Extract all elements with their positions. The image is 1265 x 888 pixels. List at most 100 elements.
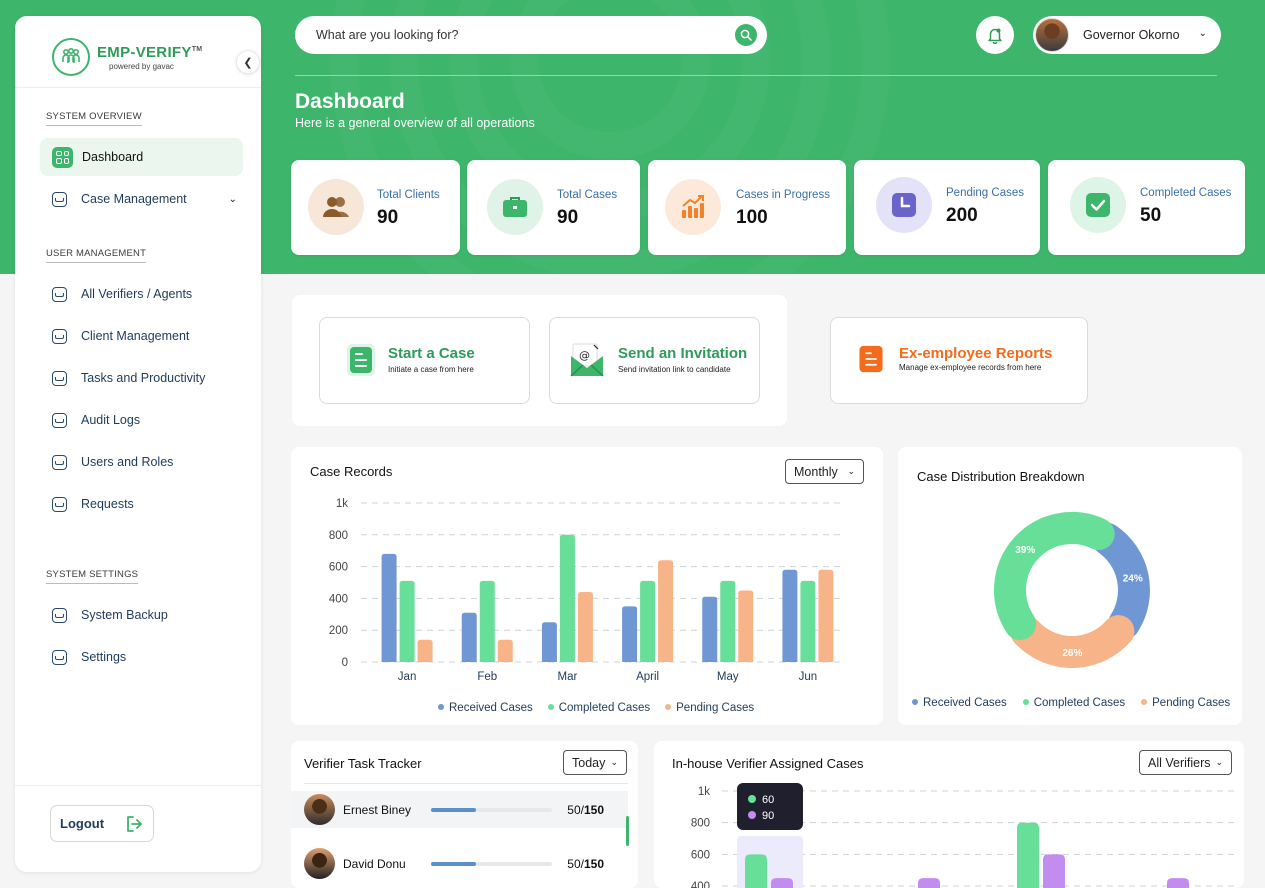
bar xyxy=(1017,822,1039,888)
slice-label: 39% xyxy=(1015,545,1035,556)
bar xyxy=(738,590,754,662)
stat-value: 90 xyxy=(557,207,579,228)
inbox-icon xyxy=(52,412,67,428)
task-tracker-panel: Verifier Task Tracker Today ⌄ Ernest Bine… xyxy=(291,741,638,888)
legend-item: Completed Cases xyxy=(1022,697,1125,709)
stat-label: Completed Cases xyxy=(1140,187,1232,199)
bar xyxy=(497,639,513,662)
task-score: 50/150 xyxy=(567,802,604,817)
bar xyxy=(1167,878,1189,888)
progress-bar xyxy=(431,807,552,812)
stat-card-cases-in-progress[interactable]: Cases in Progress 100 xyxy=(648,160,846,255)
stat-card-total-cases[interactable]: Total Cases 90 xyxy=(467,160,640,255)
period-select[interactable]: Today ⌄ xyxy=(563,750,627,775)
stat-label: Total Clients xyxy=(377,189,440,201)
y-tick-label: 400 xyxy=(329,593,348,605)
collapse-sidebar-button[interactable]: ❮ xyxy=(236,50,260,74)
stat-label: Total Cases xyxy=(557,189,618,201)
table-row[interactable]: Ernest Biney 50/150 xyxy=(291,791,628,828)
inbox-icon xyxy=(52,370,67,386)
sidebar-item-system-backup[interactable]: System Backup xyxy=(40,596,243,634)
bar xyxy=(577,592,593,662)
bar xyxy=(771,878,793,888)
sidebar-item-tasks[interactable]: Tasks and Productivity xyxy=(40,359,243,397)
check-icon xyxy=(1070,177,1126,233)
sidebar-item-label: Case Management xyxy=(81,192,187,206)
ex-employee-reports-button[interactable]: Ex-employee Reports Manage ex-employee r… xyxy=(830,317,1088,404)
sidebar-item-label: System Backup xyxy=(81,608,168,622)
action-title: Send an Invitation xyxy=(618,345,748,362)
bar xyxy=(479,580,495,662)
sidebar-item-users-roles[interactable]: Users and Roles xyxy=(40,443,243,481)
legend-item: Completed Cases xyxy=(547,702,650,714)
bar xyxy=(640,580,656,662)
scrollbar[interactable] xyxy=(626,816,629,846)
user-name: Governor Okorno xyxy=(1083,28,1180,42)
brand[interactable]: EMP-VERIFYTM powered by gavac xyxy=(52,38,202,76)
chart-legend: Received Cases Completed Cases Pending C… xyxy=(438,702,754,714)
sidebar-item-verifiers[interactable]: All Verifiers / Agents xyxy=(40,275,243,313)
bar xyxy=(800,580,816,662)
chart-legend: Received Cases Completed Cases Pending C… xyxy=(912,697,1230,709)
bar xyxy=(559,534,575,662)
bar xyxy=(818,569,834,662)
avatar xyxy=(304,794,335,825)
slice-label: 26% xyxy=(1062,648,1082,659)
search-bar xyxy=(295,16,767,54)
bar xyxy=(782,569,798,662)
inbox-icon xyxy=(52,454,67,470)
sidebar-item-label: Audit Logs xyxy=(81,413,141,427)
send-invitation-button[interactable]: @ Send an Invitation Send invitation lin… xyxy=(549,317,760,404)
x-tick-label: Feb xyxy=(477,671,497,683)
legend-item: Pending Cases xyxy=(665,702,754,714)
y-tick-label: 1k xyxy=(698,786,710,798)
table-row[interactable]: David Donu 50/150 xyxy=(291,845,628,882)
brand-logo-icon xyxy=(52,38,90,76)
sidebar-item-requests[interactable]: Requests xyxy=(40,485,243,523)
action-subtitle: Send invitation link to candidate xyxy=(618,365,731,374)
bar xyxy=(702,596,718,662)
page-title: Dashboard xyxy=(295,90,405,113)
stat-card-completed-cases[interactable]: Completed Cases 50 xyxy=(1048,160,1245,255)
action-title: Start a Case xyxy=(388,345,475,362)
sidebar-item-label: Users and Roles xyxy=(81,455,174,469)
action-subtitle: Initiate a case from here xyxy=(388,365,474,374)
logout-button[interactable]: Logout xyxy=(50,805,154,842)
inbox-icon xyxy=(52,286,67,302)
chart-tooltip: 60 90 xyxy=(737,783,803,830)
stat-card-pending-cases[interactable]: Pending Cases 200 xyxy=(854,160,1040,255)
action-subtitle: Manage ex-employee records from here xyxy=(899,363,1042,372)
inbox-icon xyxy=(52,649,67,665)
sidebar-item-settings[interactable]: Settings xyxy=(40,638,243,676)
document-icon xyxy=(347,344,375,376)
section-label-system-settings: SYSTEM SETTINGS xyxy=(46,569,139,584)
search-button[interactable] xyxy=(735,24,757,46)
bar xyxy=(720,580,736,662)
stat-value: 90 xyxy=(377,207,399,228)
sidebar-item-audit-logs[interactable]: Audit Logs xyxy=(40,401,243,439)
search-input[interactable] xyxy=(316,28,716,42)
verifier-name: David Donu xyxy=(343,856,406,871)
page-subtitle: Here is a general overview of all operat… xyxy=(295,116,535,130)
clock-icon xyxy=(876,177,932,233)
stat-value: 200 xyxy=(946,205,978,226)
inbox-icon xyxy=(52,496,67,512)
divider xyxy=(304,783,628,784)
stat-card-total-clients[interactable]: Total Clients 90 xyxy=(291,160,460,255)
x-tick-label: Mar xyxy=(558,671,578,683)
x-tick-label: Jun xyxy=(799,671,818,683)
logout-icon xyxy=(127,816,142,832)
brand-tagline: powered by gavac xyxy=(109,61,174,71)
avatar xyxy=(1035,18,1069,52)
sidebar-item-client-management[interactable]: Client Management xyxy=(40,317,243,355)
bar xyxy=(918,878,940,888)
sidebar-item-dashboard[interactable]: Dashboard xyxy=(40,138,243,176)
trending-up-icon xyxy=(665,179,721,235)
start-case-button[interactable]: Start a Case Initiate a case from here xyxy=(319,317,530,404)
notifications-button[interactable] xyxy=(976,16,1014,54)
sidebar-item-label: Dashboard xyxy=(82,150,144,164)
slice-label: 24% xyxy=(1123,574,1143,585)
distribution-donut-chart: 24% 26% 39% xyxy=(994,512,1150,668)
sidebar-item-case-management[interactable]: Case Management ⌄ xyxy=(40,180,243,218)
user-menu[interactable]: Governor Okorno ⌄ xyxy=(1033,16,1221,54)
